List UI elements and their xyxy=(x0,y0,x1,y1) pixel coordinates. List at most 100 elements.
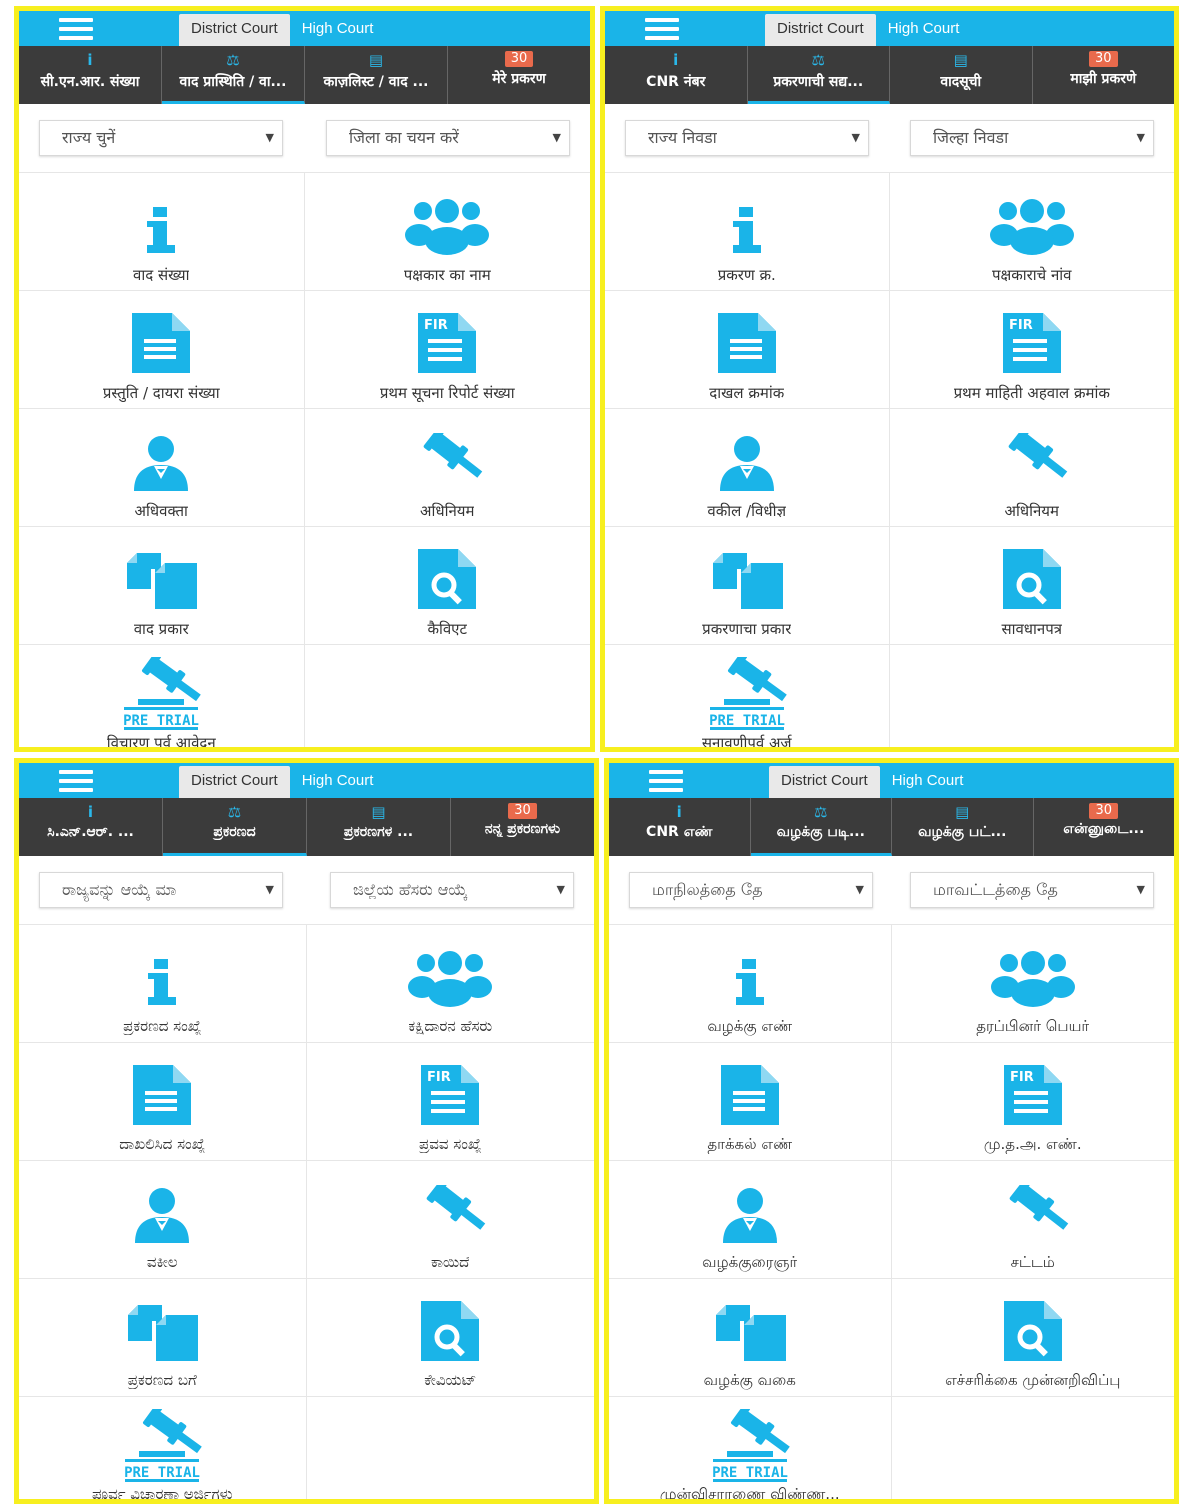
advocate-icon xyxy=(131,1175,193,1245)
people-icon xyxy=(408,939,493,1009)
search-option[interactable]: ಪ್ರಕರಣದ ಬಗೆ xyxy=(19,1279,307,1397)
document-icon: ▤ xyxy=(371,803,386,821)
search-option[interactable]: PRE TRIAL विचारण पूर्व आवेदन xyxy=(19,645,305,747)
search-option[interactable]: தரப்பினர் பெயர் xyxy=(891,925,1174,1043)
tab-cnr-number[interactable]: i ಸಿ.ಎನ್.ಆರ್. ... xyxy=(19,798,163,856)
caveat-search-icon xyxy=(1000,1293,1066,1363)
pre-trial-text: PRE TRIAL xyxy=(712,1465,788,1481)
search-options-grid: வழக்கு எண் தரப்பினர் பெயர் தாக்கல் எண் FIR ம… xyxy=(609,925,1174,1499)
search-option-label: வழக்கு எண் xyxy=(707,1017,793,1035)
search-option[interactable]: सावधानपत्र xyxy=(889,527,1174,645)
search-option[interactable]: வழக்கு வகை xyxy=(609,1279,892,1397)
nav-tab-label: ಪ್ರಕರಣಗಳ ... xyxy=(343,824,414,840)
fir-document-icon: FIR xyxy=(1000,1057,1066,1127)
search-options-grid: ಪ್ರಕರಣದ ಸಂಖ್ಯೆ ಕಕ್ಷಿದಾರನ ಹೆಸರು ದಾಖಲಿಸಿದ ಸಂ… xyxy=(19,925,594,1503)
tab-district-court[interactable]: District Court xyxy=(765,14,876,46)
search-option[interactable]: ಕಾಯಿದೆ xyxy=(306,1161,594,1279)
tab-cause-list[interactable]: ▤ काज़लिस्ट / वाद ... xyxy=(305,46,448,104)
tab-high-court[interactable]: High Court xyxy=(880,766,976,798)
tab-district-court[interactable]: District Court xyxy=(179,766,290,798)
state-select[interactable]: राज्य निवडा ▼ xyxy=(625,120,869,156)
search-option-label: ಪೂರ್ವ ವಿಚಾರಣಾ ಅರ್ಜಿಗಳು xyxy=(91,1485,233,1503)
search-option[interactable]: PRE TRIAL முன்விசாரணை விண்ண... xyxy=(609,1397,892,1499)
tab-high-court[interactable]: High Court xyxy=(290,14,386,46)
district-select[interactable]: जिल्हा निवडा ▼ xyxy=(910,120,1154,156)
search-options-grid: प्रकरण क्र. पक्षकाराचे नांव दाखल क्रमांक FI… xyxy=(605,173,1174,752)
panel-tamil: District Court High Court i CNR எண் ⚖ வழக்கு … xyxy=(604,758,1179,1504)
search-option[interactable]: எச்சரிக்கை முன்னறிவிப்பு xyxy=(891,1279,1174,1397)
search-option[interactable]: சட்டம் xyxy=(891,1161,1174,1279)
search-option[interactable]: वाद संख्या xyxy=(19,173,305,291)
search-option[interactable]: ಪ್ರಕರಣದ ಸಂಖ್ಯೆ xyxy=(19,925,307,1043)
tab-high-court[interactable]: High Court xyxy=(876,14,972,46)
pre-trial-icon: PRE TRIAL xyxy=(117,1403,207,1483)
tab-cnr-number[interactable]: i CNR எண் xyxy=(609,798,751,856)
search-option[interactable]: FIR प्रथम माहिती अहवाल क्रमांक xyxy=(889,291,1174,409)
search-option[interactable]: वकील /विधीज्ञ xyxy=(605,409,890,527)
tab-cause-list[interactable]: ▤ वादसूची xyxy=(890,46,1033,104)
search-option[interactable]: प्रकरणाचा प्रकार xyxy=(605,527,890,645)
search-option[interactable]: PRE TRIAL सुनावणीपुर्व अर्ज xyxy=(605,645,890,752)
search-option[interactable]: ಕೇವಿಯಟ್ xyxy=(306,1279,594,1397)
search-option[interactable]: प्रस्तुति / दायरा संख्या xyxy=(19,291,305,409)
search-option[interactable]: PRE TRIAL ಪೂರ್ವ ವಿಚಾರಣಾ ಅರ್ಜಿಗಳು xyxy=(19,1397,307,1503)
app-header: District Court High Court xyxy=(19,11,590,46)
district-select[interactable]: जिला का चयन करें ▼ xyxy=(326,120,570,156)
district-select[interactable]: ಜಿಲ್ಲೆಯ ಹೆಸರು ಆಯ್ಕೆ ▼ xyxy=(330,872,574,908)
search-option[interactable]: FIR प्रथम सूचना रिपोर्ट संख्या xyxy=(304,291,590,409)
search-option[interactable]: कैविएट xyxy=(304,527,590,645)
search-option[interactable]: தாக்கல் எண் xyxy=(609,1043,892,1161)
tab-district-court[interactable]: District Court xyxy=(179,14,290,46)
tab-district-court[interactable]: District Court xyxy=(769,766,880,798)
tab-case-status[interactable]: ⚖ वाद प्रास्थिति / वा... xyxy=(162,46,305,104)
tab-my-cases[interactable]: 30 माझी प्रकरणे xyxy=(1033,46,1175,104)
state-select-value: ರಾಜ್ಯವನ್ನು ಆಯ್ಕೆ ಮಾ xyxy=(62,880,177,899)
tab-cause-list[interactable]: ▤ வழக்கு பட்... xyxy=(892,798,1034,856)
hamburger-menu-icon[interactable] xyxy=(645,18,679,40)
hamburger-menu-icon[interactable] xyxy=(59,18,93,40)
tab-cnr-number[interactable]: i सी.एन.आर. संख्या xyxy=(19,46,162,104)
search-option[interactable]: வழக்கு எண் xyxy=(609,925,892,1043)
state-select[interactable]: மாநிலத்தை தே ▼ xyxy=(629,872,873,908)
search-option[interactable]: पक्षकार का नाम xyxy=(304,173,590,291)
search-option[interactable]: ಕಕ್ಷಿದಾರನ ಹೆಸರು xyxy=(306,925,594,1043)
search-option[interactable]: दाखल क्रमांक xyxy=(605,291,890,409)
tab-case-status[interactable]: ⚖ வழக்கு படி... xyxy=(750,798,892,856)
tab-case-status[interactable]: ⚖ प्रकरणाची सद्य... xyxy=(747,46,890,104)
search-option[interactable]: வழக்குரைஞர் xyxy=(609,1161,892,1279)
search-option-label: प्रथम सूचना रिपोर्ट संख्या xyxy=(379,384,515,402)
tab-cnr-number[interactable]: i CNR नंबर xyxy=(605,46,748,104)
state-select[interactable]: ರಾಜ್ಯವನ್ನು ಆಯ್ಕೆ ಮಾ ▼ xyxy=(39,872,283,908)
search-option-label: अधिनियम xyxy=(1004,502,1059,520)
search-option-label: कैविएट xyxy=(427,620,468,638)
district-select[interactable]: மாவட்டத்தை தே ▼ xyxy=(910,872,1154,908)
search-option[interactable]: अधिनियम xyxy=(889,409,1174,527)
tab-my-cases[interactable]: 30 ನನ್ನ ಪ್ರಕರಣಗಳು xyxy=(451,798,594,856)
search-option[interactable]: ದಾಖಲಿಸಿದ ಸಂಖ್ಯೆ xyxy=(19,1043,307,1161)
search-option[interactable]: ವಕೀಲ xyxy=(19,1161,307,1279)
tab-high-court[interactable]: High Court xyxy=(290,766,386,798)
search-option[interactable]: पक्षकाराचे नांव xyxy=(889,173,1174,291)
search-option-label: தாக்கல் எண் xyxy=(707,1135,793,1153)
hamburger-menu-icon[interactable] xyxy=(649,770,683,792)
document-icon: ▤ xyxy=(953,51,968,69)
search-option[interactable]: FIR மு.த.அ. எண். xyxy=(891,1043,1174,1161)
pre-trial-icon: PRE TRIAL xyxy=(705,1403,795,1483)
tab-case-status[interactable]: ⚖ ಪ್ರಕರಣದ xyxy=(163,798,307,856)
search-option[interactable]: FIR ಪ್ರವವ ಸಂಖ್ಯೆ xyxy=(306,1043,594,1161)
state-select[interactable]: राज्य चुनें ▼ xyxy=(39,120,283,156)
scales-icon: ⚖ xyxy=(227,803,242,821)
tab-my-cases[interactable]: 30 என்னுடை... xyxy=(1034,798,1175,856)
search-option-label: सुनावणीपुर्व अर्ज xyxy=(701,734,792,752)
search-option[interactable]: वाद प्रकार xyxy=(19,527,305,645)
hamburger-menu-icon[interactable] xyxy=(59,770,93,792)
search-option[interactable]: अधिनियम xyxy=(304,409,590,527)
info-icon xyxy=(141,187,181,257)
nav-tab-label: काज़लिस्ट / वाद ... xyxy=(323,74,429,90)
fir-text: FIR xyxy=(424,318,448,333)
search-option[interactable]: प्रकरण क्र. xyxy=(605,173,890,291)
search-option[interactable]: अधिवक्ता xyxy=(19,409,305,527)
tab-my-cases[interactable]: 30 मेरे प्रकरण xyxy=(448,46,590,104)
court-tabs: District Court High Court xyxy=(765,14,971,46)
tab-cause-list[interactable]: ▤ ಪ್ರಕರಣಗಳ ... xyxy=(307,798,451,856)
